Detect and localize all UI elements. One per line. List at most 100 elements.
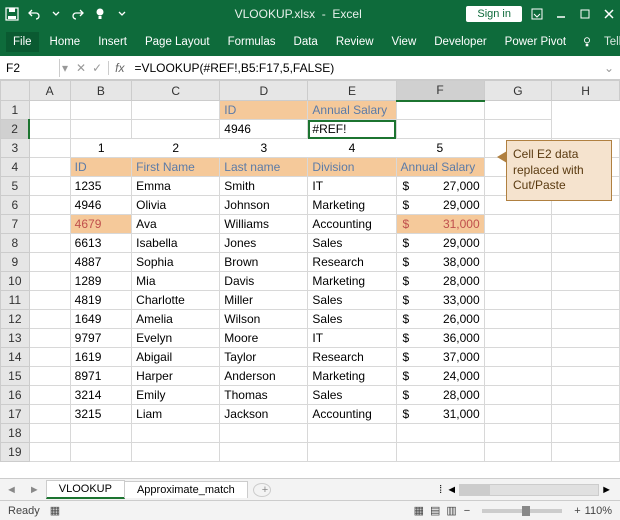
zoom-level[interactable]: 110% — [585, 505, 612, 517]
fx-icon[interactable]: fx — [109, 61, 130, 75]
cell-last[interactable]: Wilson — [220, 310, 308, 329]
tab-insert[interactable]: Insert — [91, 32, 134, 52]
row-header[interactable]: 14 — [1, 348, 30, 367]
row-header[interactable]: 18 — [1, 424, 30, 443]
th-last[interactable]: Last name — [220, 158, 308, 177]
cell-div[interactable]: Accounting — [308, 215, 396, 234]
cell-id[interactable]: 1619 — [70, 348, 131, 367]
row-header[interactable]: 17 — [1, 405, 30, 424]
cell-id[interactable]: 4819 — [70, 291, 131, 310]
tab-view[interactable]: View — [385, 32, 424, 52]
cell-salary[interactable]: 24,000 — [396, 367, 484, 386]
cell-id[interactable]: 6613 — [70, 234, 131, 253]
cell-salary[interactable]: 28,000 — [396, 386, 484, 405]
name-box[interactable]: F2 — [0, 59, 60, 77]
tab-power-pivot[interactable]: Power Pivot — [498, 32, 573, 52]
tab-formulas[interactable]: Formulas — [221, 32, 283, 52]
cell-first[interactable]: Emma — [132, 177, 220, 196]
cancel-icon[interactable]: ✕ — [76, 61, 86, 75]
view-normal-icon[interactable]: ▦ — [414, 504, 424, 517]
formula-input[interactable]: =VLOOKUP(#REF!,B5:F17,5,FALSE) — [131, 59, 598, 77]
cell-last[interactable]: Moore — [220, 329, 308, 348]
cell-salary[interactable]: 31,000 — [396, 215, 484, 234]
row-header[interactable]: 2 — [1, 120, 30, 139]
row-header[interactable]: 6 — [1, 196, 30, 215]
lookup-result-cell[interactable]: #REF! — [308, 120, 396, 139]
tab-data[interactable]: Data — [287, 32, 325, 52]
undo-icon[interactable] — [26, 6, 42, 22]
cell-last[interactable]: Thomas — [220, 386, 308, 405]
cell-salary[interactable]: 33,000 — [396, 291, 484, 310]
row-header[interactable]: 7 — [1, 215, 30, 234]
sheet-nav-next-icon[interactable]: ► — [23, 484, 46, 496]
lookup-salary-header[interactable]: Annual Salary — [308, 101, 396, 120]
minimize-icon[interactable] — [554, 7, 568, 21]
column-header[interactable]: B — [70, 81, 131, 101]
cell-div[interactable]: Sales — [308, 291, 396, 310]
cell-last[interactable]: Smith — [220, 177, 308, 196]
cell-last[interactable]: Davis — [220, 272, 308, 291]
column-header[interactable]: E — [308, 81, 396, 101]
lookup-id-value[interactable]: 4946 — [220, 120, 308, 139]
cell-last[interactable]: Anderson — [220, 367, 308, 386]
cell-div[interactable]: Sales — [308, 310, 396, 329]
column-header[interactable]: D — [220, 81, 308, 101]
worksheet-grid[interactable]: ABCDEFGH1IDAnnual Salary24946#REF!312345… — [0, 80, 620, 478]
cell-salary[interactable]: 37,000 — [396, 348, 484, 367]
lightbulb-icon[interactable] — [581, 36, 593, 48]
cell-last[interactable]: Williams — [220, 215, 308, 234]
cell-div[interactable]: Research — [308, 348, 396, 367]
zoom-in-button[interactable]: + — [574, 505, 580, 517]
row-header[interactable]: 16 — [1, 386, 30, 405]
ribbon-options-icon[interactable] — [530, 7, 544, 21]
horizontal-scrollbar[interactable]: ⁞ ◄ ► — [271, 484, 620, 496]
cell-div[interactable]: Sales — [308, 234, 396, 253]
cell-id[interactable]: 3214 — [70, 386, 131, 405]
enter-icon[interactable]: ✓ — [92, 61, 102, 75]
cell-last[interactable]: Taylor — [220, 348, 308, 367]
column-header[interactable]: A — [29, 81, 70, 101]
cell-div[interactable]: Sales — [308, 386, 396, 405]
tab-file[interactable]: File — [6, 32, 39, 52]
cell-id[interactable]: 8971 — [70, 367, 131, 386]
row-header[interactable]: 15 — [1, 367, 30, 386]
cell-id[interactable]: 4887 — [70, 253, 131, 272]
cell-salary[interactable]: 29,000 — [396, 196, 484, 215]
new-sheet-button[interactable]: + — [253, 483, 271, 497]
cell-first[interactable]: Sophia — [132, 253, 220, 272]
sheet-tab-active[interactable]: VLOOKUP — [46, 480, 125, 499]
cell-div[interactable]: IT — [308, 329, 396, 348]
row-header[interactable]: 10 — [1, 272, 30, 291]
macro-record-icon[interactable]: ▦ — [50, 504, 60, 517]
chevron-down-icon[interactable]: ▾ — [60, 61, 70, 75]
lightbulb-icon[interactable] — [92, 6, 108, 22]
tab-home[interactable]: Home — [43, 32, 88, 52]
cell-div[interactable]: IT — [308, 177, 396, 196]
close-icon[interactable] — [602, 7, 616, 21]
row-header[interactable]: 13 — [1, 329, 30, 348]
cell-salary[interactable]: 26,000 — [396, 310, 484, 329]
row-header[interactable]: 1 — [1, 101, 30, 120]
cell-id[interactable]: 4946 — [70, 196, 131, 215]
column-header[interactable]: H — [552, 81, 620, 101]
cell-last[interactable]: Johnson — [220, 196, 308, 215]
cell-id[interactable]: 4679 — [70, 215, 131, 234]
cell-last[interactable]: Jackson — [220, 405, 308, 424]
th-first[interactable]: First Name — [132, 158, 220, 177]
cell-div[interactable]: Research — [308, 253, 396, 272]
cell-first[interactable]: Isabella — [132, 234, 220, 253]
chevron-down-icon[interactable] — [48, 6, 64, 22]
cell-salary[interactable]: 27,000 — [396, 177, 484, 196]
tab-developer[interactable]: Developer — [427, 32, 493, 52]
sheet-nav-prev-icon[interactable]: ◄ — [0, 484, 23, 496]
cell-first[interactable]: Emily — [132, 386, 220, 405]
cell-div[interactable]: Accounting — [308, 405, 396, 424]
row-header[interactable]: 8 — [1, 234, 30, 253]
tab-page-layout[interactable]: Page Layout — [138, 32, 217, 52]
cell-div[interactable]: Marketing — [308, 272, 396, 291]
cell-last[interactable]: Brown — [220, 253, 308, 272]
column-header[interactable]: G — [484, 81, 552, 101]
cell-last[interactable]: Miller — [220, 291, 308, 310]
cell-salary[interactable]: 29,000 — [396, 234, 484, 253]
cell-first[interactable]: Olivia — [132, 196, 220, 215]
